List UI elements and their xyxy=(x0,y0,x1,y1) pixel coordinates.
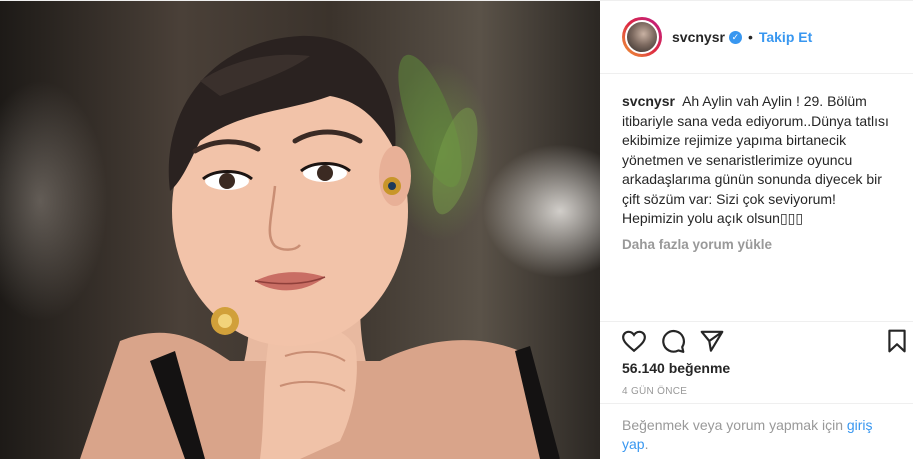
post-header: svcnysr ✓ • Takip Et xyxy=(600,1,913,74)
caption-username-link[interactable]: svcnysr xyxy=(622,93,675,109)
avatar[interactable] xyxy=(622,17,662,57)
header-separator: • xyxy=(747,29,753,45)
login-prompt-text: Beğenmek veya yorum yapmak için xyxy=(622,417,847,433)
comment-bubble-icon[interactable] xyxy=(660,328,686,354)
post-photo[interactable] xyxy=(0,1,600,459)
bookmark-outline-icon[interactable] xyxy=(884,328,910,354)
share-arrow-icon[interactable] xyxy=(699,328,725,354)
heart-outline-icon[interactable] xyxy=(621,328,647,354)
verified-badge-icon: ✓ xyxy=(728,30,742,44)
post-sidebar: svcnysr ✓ • Takip Et svcnysr Ah Aylin va… xyxy=(600,1,913,459)
action-bar xyxy=(600,321,913,361)
username-link[interactable]: svcnysr xyxy=(672,29,725,45)
portrait-illustration xyxy=(80,35,560,459)
load-more-comments-button[interactable]: Daha fazla yorum yükle xyxy=(600,229,913,252)
avatar-image xyxy=(625,20,659,54)
follow-button[interactable]: Takip Et xyxy=(759,29,812,45)
login-prompt-suffix: . xyxy=(644,436,649,452)
login-prompt: Beğenmek veya yorum yapmak için giriş ya… xyxy=(600,403,913,459)
post-timestamp[interactable]: 4 GÜN ÖNCE xyxy=(622,386,687,397)
likes-count[interactable]: 56.140 beğenme xyxy=(622,360,730,376)
post-caption: svcnysr Ah Aylin vah Aylin ! 29. Bölüm i… xyxy=(600,74,913,229)
instagram-post: svcnysr ✓ • Takip Et svcnysr Ah Aylin va… xyxy=(0,0,913,459)
caption-text: Ah Aylin vah Aylin ! 29. Bölüm itibariyl… xyxy=(622,93,889,226)
